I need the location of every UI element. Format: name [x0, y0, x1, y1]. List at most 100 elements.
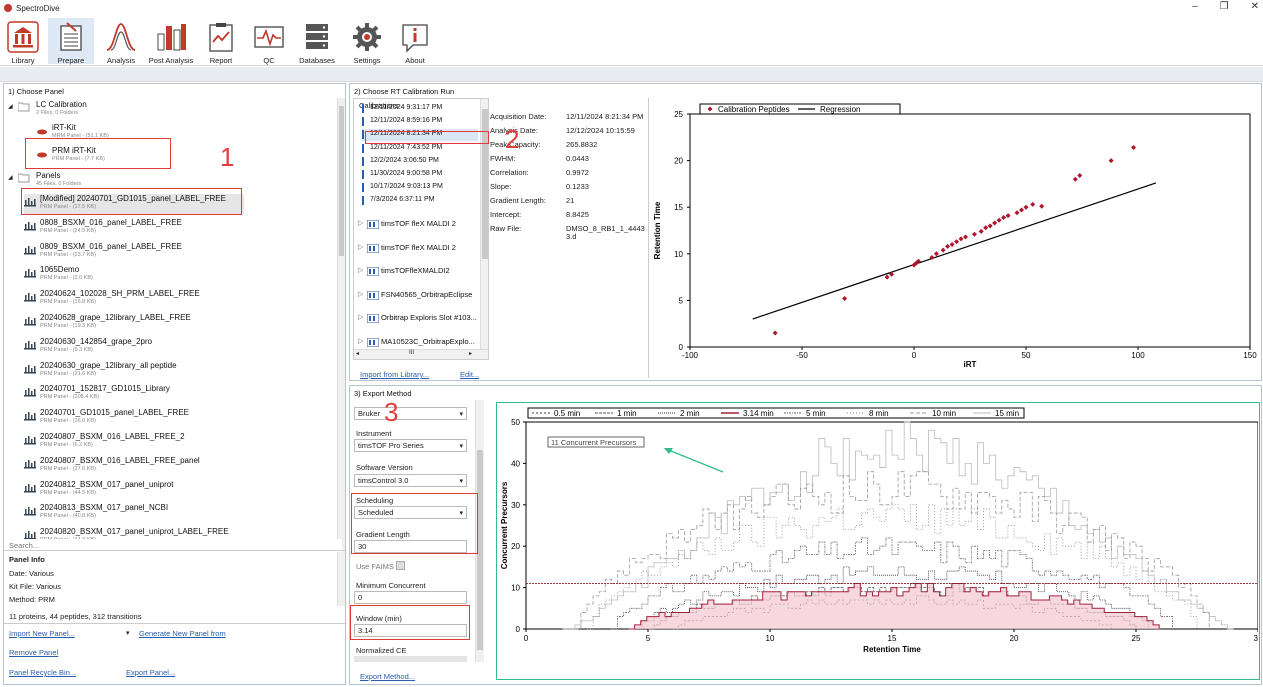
- instrument-icon: [367, 337, 379, 347]
- ribbon-settings-button[interactable]: Settings: [344, 18, 390, 65]
- ribbon-post-analysis-button[interactable]: Post Analysis: [148, 18, 194, 65]
- ribbon-about-button[interactable]: About: [392, 18, 438, 65]
- ribbon-prepare-button[interactable]: Prepare: [48, 18, 94, 65]
- ribbon-report-button[interactable]: Report: [198, 18, 244, 65]
- panel-item-sub: PRM Panel - (19.3 KB): [40, 323, 96, 329]
- prm-panel-icon: [24, 412, 36, 421]
- x-tick-label: -100: [682, 351, 699, 360]
- panel-item-sub: PRM Panel - (9.3 KB): [40, 346, 93, 353]
- expand-arrow-icon[interactable]: ▷: [358, 313, 363, 321]
- use-faims-checkbox[interactable]: [396, 561, 405, 570]
- run-label: 12/2/2024 3:06:50 PM: [370, 156, 439, 164]
- run-file-icon: [362, 183, 364, 193]
- panel-item-name: 20240813_BSXM_017_panel_NCBI: [40, 503, 169, 513]
- run-file-icon: [362, 170, 364, 179]
- recycle-bin-link[interactable]: Panel Recycle Bin...: [9, 668, 76, 677]
- use-faims-label: Use FAIMS: [356, 562, 394, 571]
- expand-arrow-icon[interactable]: ◢: [8, 174, 13, 181]
- panel-item-sub: PRM Panel - (6.2 KB): [40, 442, 93, 448]
- maximize-button[interactable]: ❐: [1220, 1, 1229, 12]
- raw-file-cont: 3.d: [566, 232, 577, 241]
- panel-list-scrollbar[interactable]: [337, 98, 345, 606]
- info-value: 0.9972: [566, 168, 589, 177]
- instrument-select[interactable]: timsTOF Pro Series ▾: [354, 439, 467, 452]
- panel-item-sub: PRM Panel - (26.6 KB): [40, 418, 96, 425]
- x-tick-label: 30: [1254, 634, 1258, 643]
- databases-icon: [306, 24, 328, 49]
- panel-item-name: 20240624_102028_SH_PRM_LABEL_FREE: [40, 289, 200, 299]
- y-tick-label: 5: [679, 296, 684, 305]
- legend-label: 0.5 min: [554, 409, 580, 418]
- ribbon-analysis-button[interactable]: Analysis: [98, 18, 144, 65]
- minimum-concurrent-input[interactable]: 0: [354, 591, 467, 604]
- legend-label: 5 min: [806, 409, 826, 418]
- scroll-left-icon[interactable]: ◂: [356, 350, 359, 357]
- x-axis-label: iRT: [964, 360, 977, 369]
- edit-calibration-link[interactable]: Edit...: [460, 370, 479, 379]
- y-tick-label: 0: [679, 343, 684, 352]
- info-value: 12/12/2024 10:15:59: [566, 126, 635, 135]
- dropdown-arrow-icon[interactable]: ▾: [126, 629, 130, 637]
- software-select[interactable]: timsControl 3.0 ▾: [354, 474, 467, 487]
- panel-info-kit: Kit File: Various: [9, 582, 61, 591]
- legend-label: 1 min: [617, 409, 637, 418]
- export-panel-link[interactable]: Export Panel...: [126, 668, 175, 677]
- y-tick-label: 50: [511, 418, 520, 427]
- chevron-down-icon: ▾: [459, 443, 463, 450]
- rt-calibration-pane: 2) Choose RT Calibration Run Calibration…: [349, 83, 1262, 381]
- ribbon-databases-button[interactable]: Databases: [294, 18, 340, 65]
- annotation-step-1: 1: [220, 142, 235, 172]
- ribbon-qc-button[interactable]: QC: [246, 18, 292, 65]
- info-value: 21: [566, 196, 575, 205]
- info-value: DMSO_8_RB1_1_4443: [566, 224, 645, 233]
- ribbon-toolbar: Library Prepare Analysis Post Analysis R…: [0, 16, 1263, 66]
- remove-panel-link[interactable]: Remove Panel: [9, 648, 58, 657]
- expand-arrow-icon[interactable]: ◢: [8, 103, 13, 110]
- expand-arrow-icon[interactable]: ▷: [358, 266, 363, 274]
- import-from-library-link[interactable]: Import from Library...: [360, 370, 429, 379]
- y-tick-label: 20: [674, 157, 683, 166]
- software-label: Software Version: [356, 463, 413, 472]
- annotation-label: 11 Concurrent Precursors: [551, 438, 637, 447]
- export-method-link[interactable]: Export Method...: [360, 672, 415, 681]
- prm-panel-icon: [24, 507, 36, 516]
- run-tree-hscroll[interactable]: ◂ III ▸: [354, 349, 488, 359]
- import-panel-link[interactable]: Import New Panel...: [9, 629, 75, 638]
- close-button[interactable]: ✕: [1251, 1, 1259, 12]
- library-icon: [7, 21, 39, 53]
- run-file-icon: [362, 196, 364, 206]
- prm-panel-icon: [24, 245, 36, 255]
- prm-panel-icon: [24, 483, 36, 493]
- instrument-value: timsTOF Pro Series: [358, 441, 424, 450]
- chevron-down-icon: ▾: [459, 411, 463, 418]
- minimize-button[interactable]: –: [1192, 1, 1198, 12]
- y-tick-label: 40: [511, 459, 520, 468]
- panel-item-name: 20240807_BSXM_016_LABEL_FREE_panel: [40, 455, 200, 465]
- ribbon-report-label: Report: [209, 56, 233, 65]
- generate-panel-link[interactable]: Generate New Panel from: [139, 629, 226, 638]
- y-tick-label: 10: [674, 250, 683, 259]
- instrument-label: MA10523C_OrbitrapExplo...: [381, 336, 475, 346]
- scrollbar-thumb[interactable]: [339, 106, 344, 256]
- ribbon-library-button[interactable]: Library: [0, 18, 46, 65]
- legend-label: Regression: [820, 105, 860, 114]
- vendor-select[interactable]: Bruker ▾: [354, 407, 467, 420]
- run-file-icon: [362, 156, 364, 166]
- expand-arrow-icon[interactable]: ▷: [358, 219, 363, 227]
- y-tick-label: 30: [511, 501, 520, 510]
- normalized-ce-input[interactable]: [354, 656, 467, 662]
- prm-panel-icon: [24, 388, 36, 397]
- expand-arrow-icon[interactable]: ▷: [358, 337, 363, 345]
- y-axis-label: Retention Time: [653, 201, 662, 259]
- highlight-selected-run: [365, 131, 489, 144]
- x-tick-label: 5: [646, 634, 651, 643]
- expand-arrow-icon[interactable]: ▷: [358, 243, 363, 251]
- expand-arrow-icon[interactable]: ▷: [358, 290, 363, 298]
- run-label: 11/30/2024 9:00:58 PM: [370, 170, 443, 177]
- scroll-right-icon[interactable]: ▸: [469, 350, 472, 357]
- panel-info-date: Date: Various: [9, 569, 54, 578]
- scrollbar-grip[interactable]: III: [409, 350, 414, 356]
- ribbon-settings-label: Settings: [353, 56, 381, 65]
- choose-panel-title: 1) Choose Panel: [8, 87, 64, 96]
- info-key: Acquisition Date:: [490, 112, 547, 121]
